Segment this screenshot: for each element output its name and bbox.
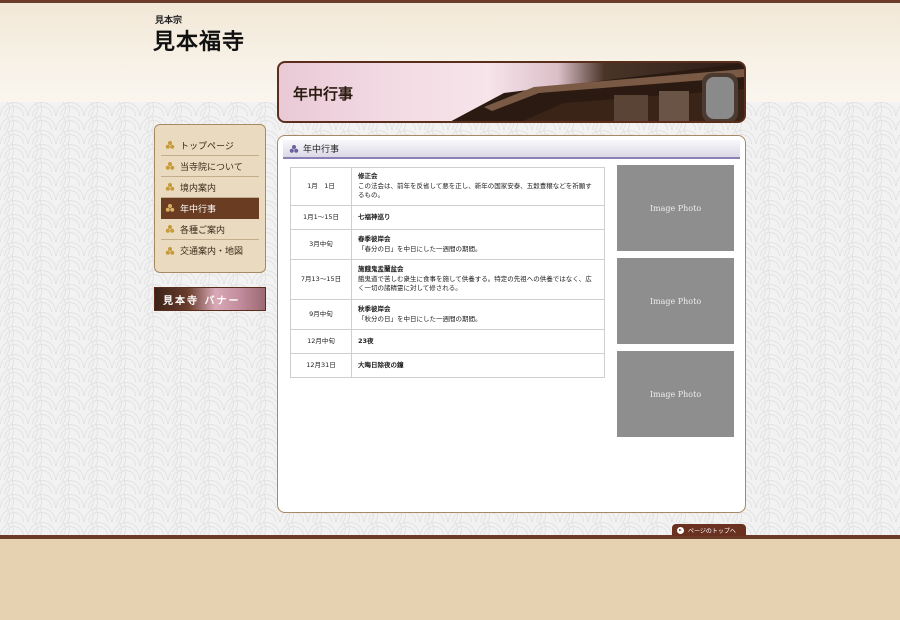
sidebar-banner[interactable]: 見本寺 バナー — [154, 287, 266, 311]
table-row: 3月中旬 春季彼岸会 「春分の日」を中日にした一週間の期間。 — [290, 229, 605, 260]
sidebar-item-about[interactable]: 当寺院について — [161, 156, 259, 177]
sidebar-item-label: 年中行事 — [180, 204, 217, 215]
main-panel: 年中行事 1月 1日 修正会 この法会は、前年を反省して悪を正し、新年の国家安泰… — [277, 135, 746, 513]
event-cell: 修正会 この法会は、前年を反省して悪を正し、新年の国家安泰、五穀豊穣などを祈願す… — [351, 167, 605, 206]
temple-roof-image — [451, 63, 744, 121]
table-row: 1月1～15日 七福神巡り — [290, 205, 605, 230]
sidebar-item-guide[interactable]: 各種ご案内 — [161, 219, 259, 240]
event-cell: 施餓鬼盂蘭盆会 餓鬼道で苦しむ衆生に食事を施して供養する。特定の先祖への供養では… — [351, 259, 605, 300]
photo-placeholder: Image Photo — [617, 258, 734, 344]
section-title: 年中行事 — [303, 145, 340, 155]
footer-rule — [0, 535, 900, 539]
three-dots-icon — [165, 225, 175, 233]
sidebar-item-label: 当寺院について — [180, 162, 243, 173]
three-dots-icon — [165, 162, 175, 170]
event-cell: 春季彼岸会 「春分の日」を中日にした一週間の期間。 — [351, 229, 605, 260]
event-title: 施餓鬼盂蘭盆会 — [358, 265, 404, 274]
site-logo[interactable]: 見本福寺 — [153, 24, 245, 56]
sidebar-item-label: トップページ — [180, 141, 234, 152]
event-title: 秋季彼岸会 — [358, 305, 391, 314]
event-title: 23夜 — [358, 336, 374, 345]
sidebar-item-top[interactable]: トップページ — [161, 135, 259, 156]
sidebar-item-grounds[interactable]: 境内案内 — [161, 177, 259, 198]
event-date: 12月31日 — [290, 353, 352, 378]
arrow-right-icon — [677, 526, 684, 534]
three-dots-icon — [165, 204, 175, 212]
event-desc: この法会は、前年を反省して悪を正し、新年の国家安泰、五穀豊穣などを祈願するもの。 — [358, 181, 592, 200]
three-dots-icon — [289, 144, 299, 153]
sidebar-item-events[interactable]: 年中行事 — [161, 198, 259, 219]
hero-title: 年中行事 — [293, 85, 354, 103]
table-row: 9月中旬 秋季彼岸会 「秋分の日」を中日にした一週間の期間。 — [290, 299, 605, 330]
table-row: 12月中旬 23夜 — [290, 329, 605, 354]
event-title: 春季彼岸会 — [358, 235, 391, 244]
event-title: 七福神巡り — [358, 212, 391, 221]
three-dots-icon — [165, 141, 175, 149]
events-table: 1月 1日 修正会 この法会は、前年を反省して悪を正し、新年の国家安泰、五穀豊穣… — [290, 167, 605, 378]
event-cell: 秋季彼岸会 「秋分の日」を中日にした一週間の期間。 — [351, 299, 605, 330]
event-cell: 七福神巡り — [351, 205, 605, 230]
event-title: 修正会 — [358, 172, 378, 181]
event-date: 12月中旬 — [290, 329, 352, 354]
event-cell: 23夜 — [351, 329, 605, 354]
three-dots-icon — [165, 246, 175, 255]
event-date: 3月中旬 — [290, 229, 352, 260]
event-title: 大晦日除夜の鐘 — [358, 360, 404, 369]
hero-banner: 年中行事 — [277, 61, 746, 123]
event-desc: 餓鬼道で苦しむ衆生に食事を施して供養する。特定の先祖への供養ではなく、広く一切の… — [358, 274, 592, 293]
sidebar-item-label: 交通案内・地図 — [180, 247, 244, 257]
section-heading: 年中行事 — [283, 140, 740, 159]
photo-placeholder: Image Photo — [617, 165, 734, 251]
event-date: 7月13～15日 — [290, 259, 352, 300]
sidebar-nav: トップページ 当寺院について 境内案内 年中行事 各種ご案内 交通案内・地図 — [154, 124, 266, 273]
three-dots-icon — [165, 183, 175, 191]
table-row: 12月31日 大晦日除夜の鐘 — [290, 353, 605, 378]
event-date: 1月 1日 — [290, 167, 352, 206]
table-row: 7月13～15日 施餓鬼盂蘭盆会 餓鬼道で苦しむ衆生に食事を施して供養する。特定… — [290, 259, 605, 300]
event-desc: 「春分の日」を中日にした一週間の期間。 — [358, 244, 482, 253]
table-row: 1月 1日 修正会 この法会は、前年を反省して悪を正し、新年の国家安泰、五穀豊穣… — [290, 167, 605, 206]
sidebar-item-label: 各種ご案内 — [180, 225, 226, 236]
photo-placeholder: Image Photo — [617, 351, 734, 437]
page-top-button[interactable]: ページのトップへ — [672, 524, 746, 536]
event-date: 1月1～15日 — [290, 205, 352, 230]
event-cell: 大晦日除夜の鐘 — [351, 353, 605, 378]
event-desc: 「秋分の日」を中日にした一週間の期間。 — [358, 314, 482, 323]
sidebar-item-label: 境内案内 — [180, 183, 217, 194]
sidebar-item-access[interactable]: 交通案内・地図 — [161, 240, 259, 261]
page-top-label: ページのトップへ — [688, 527, 736, 535]
event-date: 9月中旬 — [290, 299, 352, 330]
